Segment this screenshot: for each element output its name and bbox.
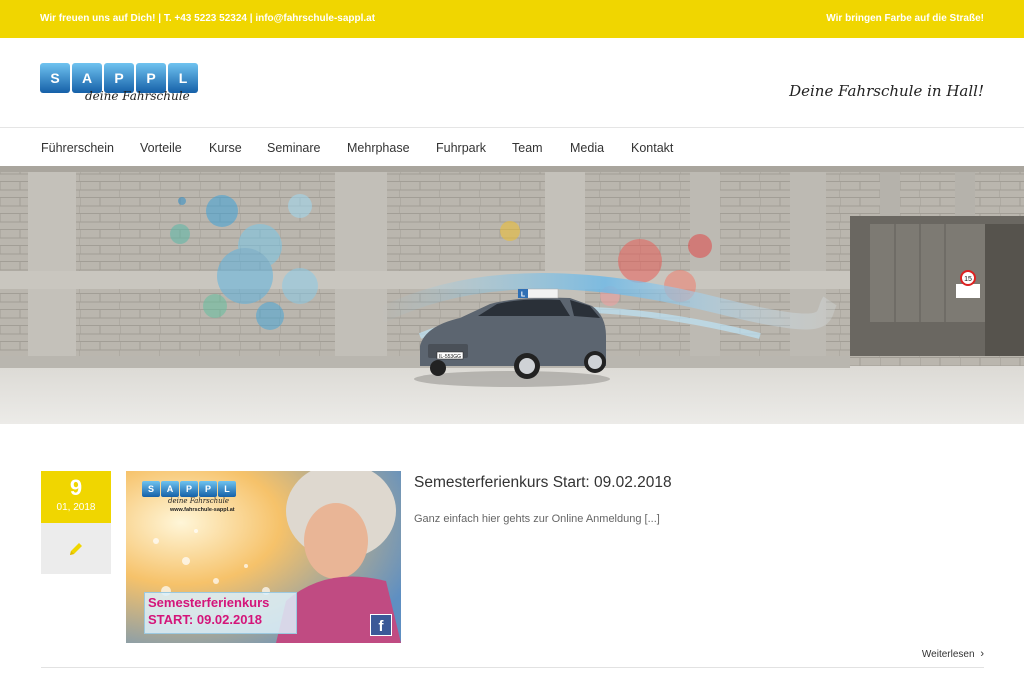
thumbnail-line2: START: 09.02.2018 [148, 612, 262, 627]
post-format-box [41, 523, 111, 574]
nav-item-kontakt[interactable]: Kontakt [631, 141, 673, 155]
hero-image: 15 IL-553GG L [0, 166, 1024, 424]
read-more-label: Weiterlesen [921, 649, 975, 660]
hero-illustration: 15 IL-553GG L [0, 166, 1024, 424]
top-bar: Wir freuen uns auf Dich! | T. +43 5223 5… [0, 0, 1024, 38]
thumbnail-url: www.fahrschule-sappl.at [170, 507, 235, 513]
nav-item-media[interactable]: Media [570, 141, 604, 155]
thumbnail-logo-subtitle: deine Fahrschule [168, 497, 230, 505]
pencil-icon [70, 542, 82, 555]
nav-item-team[interactable]: Team [512, 141, 543, 155]
post-thumbnail[interactable]: S A P P L deine Fahrschule www.fahrschul… [126, 471, 401, 643]
logo-subtitle: deine Fahrschule [85, 89, 190, 103]
read-more-link[interactable]: Weiterlesen › [922, 648, 984, 660]
main-navigation: Führerschein Vorteile Kurse Seminare Meh… [0, 128, 1024, 166]
thumb-logo-letter: P [180, 481, 198, 497]
post-title[interactable]: Semesterferienkurs Start: 09.02.2018 [414, 474, 672, 492]
chevron-right-icon: › [980, 648, 984, 660]
thumb-logo-letter: P [199, 481, 217, 497]
post-month-year: 01, 2018 [56, 502, 96, 513]
thumbnail-logo: S A P P L [142, 481, 236, 497]
post-excerpt[interactable]: Ganz einfach hier gehts zur Online Anmel… [414, 513, 660, 525]
contact-info[interactable]: Wir freuen uns auf Dich! | T. +43 5223 5… [40, 13, 375, 24]
thumbnail-line1: Semesterferienkurs [148, 595, 270, 610]
post-divider [41, 667, 984, 668]
speed-sign-text: 15 [964, 276, 972, 283]
nav-item-fuehrerschein[interactable]: Führerschein [41, 141, 114, 155]
thumb-logo-letter: L [218, 481, 236, 497]
site-logo[interactable]: S A P P L deine Fahrschule [40, 63, 210, 109]
logo-letter: S [40, 63, 70, 93]
roof-sign-letter: L [521, 292, 526, 299]
post-day: 9 [69, 475, 83, 500]
nav-item-mehrphase[interactable]: Mehrphase [347, 141, 410, 155]
post-date-badge: 9 01, 2018 [41, 471, 111, 523]
facebook-icon: f [370, 614, 392, 636]
nav-item-fuhrpark[interactable]: Fuhrpark [436, 141, 486, 155]
nav-item-kurse[interactable]: Kurse [209, 141, 242, 155]
thumb-logo-letter: A [161, 481, 179, 497]
nav-item-seminare[interactable]: Seminare [267, 141, 321, 155]
nav-item-vorteile[interactable]: Vorteile [140, 141, 182, 155]
site-header: S A P P L deine Fahrschule Deine Fahrsch… [0, 38, 1024, 128]
header-slogan: Deine Fahrschule in Hall! [789, 82, 984, 100]
license-plate: IL-553GG [439, 354, 461, 360]
thumbnail-banner: Semesterferienkurs START: 09.02.2018 [144, 592, 297, 634]
top-tagline: Wir bringen Farbe auf die Straße! [826, 13, 984, 24]
thumb-logo-letter: S [142, 481, 160, 497]
